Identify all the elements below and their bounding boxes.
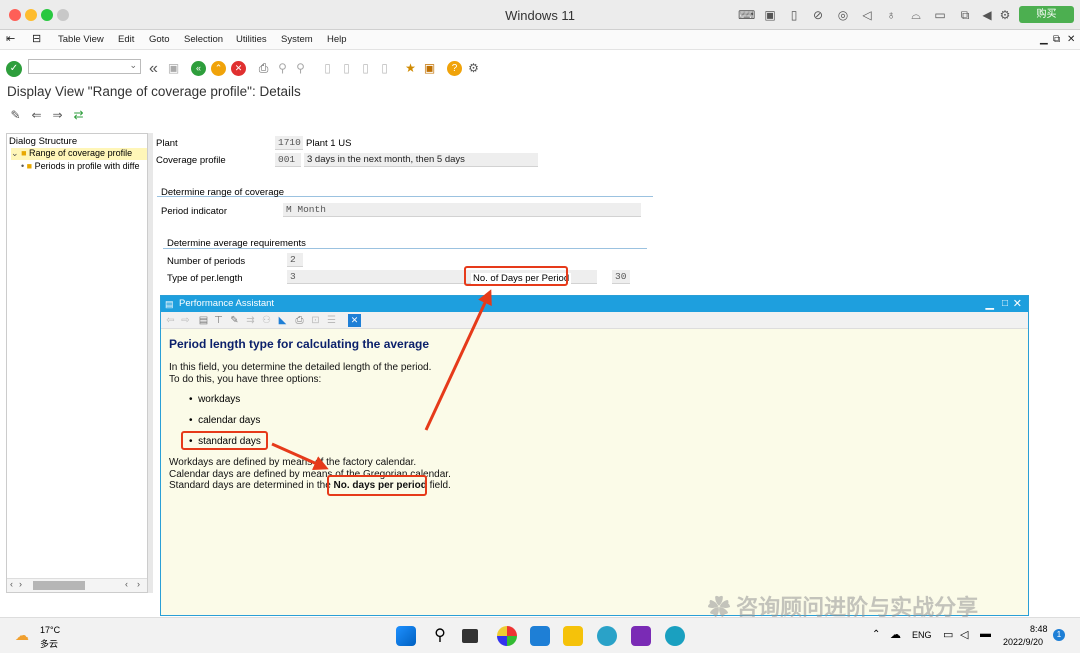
- chrome-icon[interactable]: [497, 626, 517, 646]
- start-icon[interactable]: [396, 626, 416, 646]
- edge-icon[interactable]: [665, 626, 685, 646]
- arrow-standard-days: [271, 442, 329, 470]
- onedrive-icon[interactable]: ☁: [890, 628, 901, 641]
- arrow-days-per-period: [424, 289, 492, 431]
- notification-badge[interactable]: 1: [1053, 629, 1065, 641]
- search-icon[interactable]: ⚲: [430, 626, 450, 646]
- sap-logon-icon[interactable]: [530, 626, 550, 646]
- weather-icon[interactable]: ☁: [15, 627, 29, 644]
- language-indicator[interactable]: ENG: [912, 630, 932, 640]
- battery-icon[interactable]: ▬: [980, 628, 991, 640]
- tray-chevron-up-icon[interactable]: ⌃: [872, 629, 880, 640]
- annotation-arrows: [271, 289, 492, 470]
- weather-temp[interactable]: 17°C: [40, 625, 60, 635]
- windows-taskbar: ☁ 17°C 多云 ⚲ ⌃ ☁ ENG ▭ ◁ ▬ 8:48 2022/9/20…: [0, 617, 1080, 653]
- volume-icon[interactable]: ◁: [960, 628, 968, 641]
- clock-time[interactable]: 8:48: [1030, 624, 1048, 634]
- task-view-icon[interactable]: [462, 629, 478, 643]
- file-explorer-icon[interactable]: [563, 626, 583, 646]
- onenote-icon[interactable]: [631, 626, 651, 646]
- ie-icon[interactable]: [597, 626, 617, 646]
- network-icon[interactable]: ▭: [943, 628, 953, 641]
- weather-desc[interactable]: 多云: [40, 637, 58, 650]
- clock-date[interactable]: 2022/9/20: [1003, 637, 1043, 647]
